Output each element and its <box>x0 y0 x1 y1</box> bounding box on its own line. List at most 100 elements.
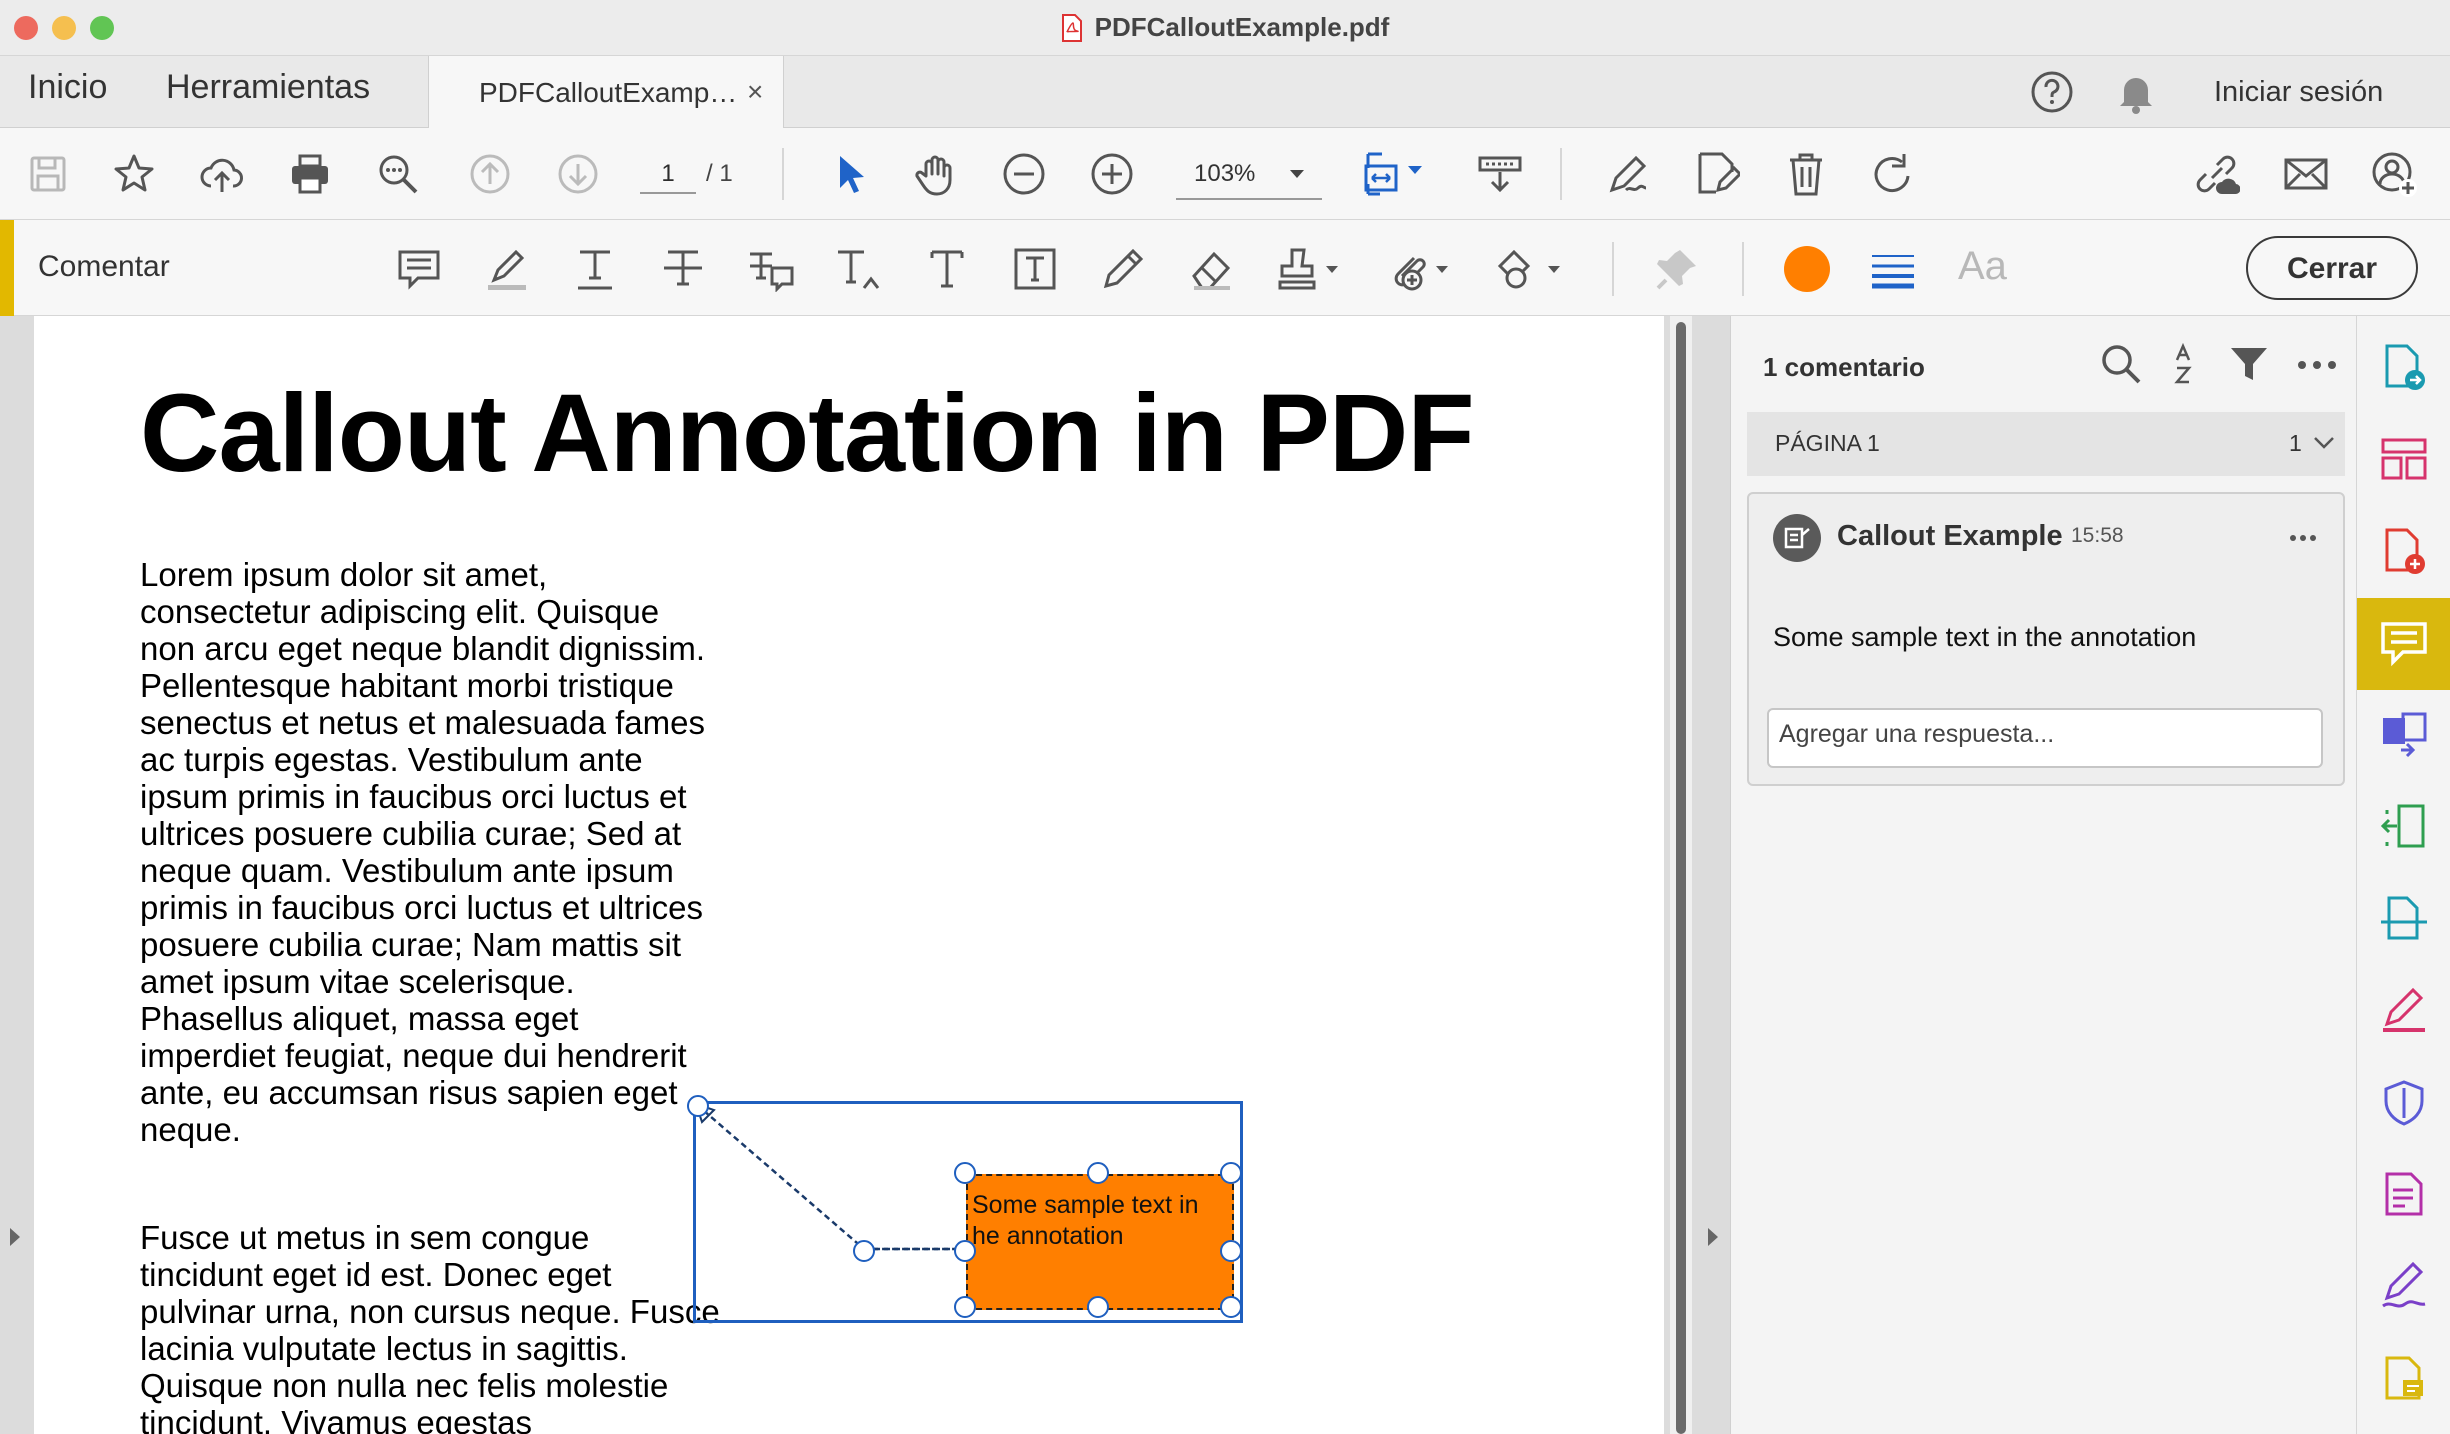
tab-inicio[interactable]: Inicio <box>28 68 107 107</box>
reply-input[interactable]: Agregar una respuesta... <box>1767 708 2323 768</box>
resize-handle[interactable] <box>954 1240 976 1262</box>
pdf-page: Callout Annotation in PDF Lorem ipsum do… <box>34 316 1664 1434</box>
highlight-icon[interactable] <box>484 246 530 292</box>
search-icon[interactable] <box>2099 342 2143 386</box>
find-text-icon[interactable] <box>374 150 422 198</box>
prepare-form-button[interactable] <box>2357 1150 2450 1242</box>
text-box-icon[interactable] <box>1012 246 1058 292</box>
sign-pen-icon[interactable] <box>1604 150 1652 198</box>
zoom-out-icon[interactable] <box>1000 150 1048 198</box>
comment-time: 15:58 <box>2071 524 2124 547</box>
fill-sign-button[interactable] <box>2357 966 2450 1058</box>
resize-handle[interactable] <box>954 1162 976 1184</box>
hand-tool-icon[interactable] <box>912 150 960 198</box>
close-comment-button[interactable]: Cerrar <box>2246 236 2418 300</box>
combine-files-button[interactable] <box>2357 690 2450 782</box>
window-title: PDFCalloutExample.pdf <box>0 12 2450 43</box>
compress-icon <box>2380 804 2425 848</box>
toolbar-divider <box>1612 242 1614 296</box>
email-envelope-icon[interactable] <box>2282 150 2330 198</box>
more-tools-button[interactable] <box>2357 1334 2450 1426</box>
stamp-icon[interactable] <box>1276 246 1342 292</box>
resize-handle[interactable] <box>1220 1162 1242 1184</box>
body-paragraph-1: Lorem ipsum dolor sit amet, consectetur … <box>140 556 706 1148</box>
pin-icon[interactable] <box>1654 246 1700 292</box>
sticky-note-icon[interactable] <box>396 246 442 292</box>
save-icon[interactable] <box>24 150 72 198</box>
protect-button[interactable] <box>2357 1058 2450 1150</box>
comment-card[interactable]: Callout Example 15:58 Some sample text i… <box>1747 492 2345 786</box>
cloud-upload-icon[interactable] <box>198 150 246 198</box>
edit-pdf-icon[interactable] <box>1692 150 1740 198</box>
right-panel-toggle-icon[interactable] <box>1706 1226 1720 1248</box>
export-pdf-button[interactable] <box>2357 322 2450 414</box>
export-pdf-icon <box>2385 344 2425 390</box>
sort-az-icon[interactable] <box>2171 342 2201 386</box>
next-page-icon[interactable] <box>554 150 602 198</box>
fit-page-width-icon[interactable] <box>1362 150 1430 198</box>
strikethrough-icon[interactable] <box>660 246 706 292</box>
close-tab-icon[interactable]: × <box>747 76 763 108</box>
comment-mode-accent <box>0 220 14 316</box>
resize-handle[interactable] <box>1220 1296 1242 1318</box>
tab-herramientas[interactable]: Herramientas <box>166 68 370 107</box>
scan-ocr-button[interactable] <box>2357 874 2450 966</box>
comment-icon <box>2381 622 2427 667</box>
page-group-header[interactable]: PÁGINA 1 1 <box>1747 412 2345 476</box>
resize-handle[interactable] <box>853 1240 875 1262</box>
replace-text-icon[interactable] <box>748 246 794 292</box>
scan-ocr-icon <box>2381 896 2427 940</box>
callout-text-box[interactable]: Some sample text in he annotation <box>966 1174 1234 1310</box>
fill-sign-icon <box>2383 987 2425 1032</box>
tab-document[interactable]: PDFCalloutExamp… × <box>428 56 784 129</box>
more-options-icon[interactable] <box>2297 360 2337 370</box>
resize-handle[interactable] <box>1087 1162 1109 1184</box>
resize-handle[interactable] <box>687 1095 709 1117</box>
eraser-icon[interactable] <box>1188 246 1234 292</box>
scrollbar-thumb[interactable] <box>1676 322 1686 1434</box>
pdf-file-icon <box>1061 13 1082 42</box>
resize-handle[interactable] <box>954 1296 976 1318</box>
zoom-select[interactable]: 103% <box>1176 150 1322 200</box>
resize-handle[interactable] <box>1087 1296 1109 1318</box>
resize-handle[interactable] <box>1220 1240 1242 1262</box>
page-total-label: / 1 <box>706 160 733 187</box>
insert-text-icon[interactable] <box>836 246 882 292</box>
print-icon[interactable] <box>286 150 334 198</box>
comment-more-icon[interactable] <box>2289 534 2317 542</box>
pencil-draw-icon[interactable] <box>1100 246 1146 292</box>
zoom-in-icon[interactable] <box>1088 150 1136 198</box>
filter-icon[interactable] <box>2229 344 2269 384</box>
notifications-bell-icon[interactable] <box>2116 70 2156 114</box>
previous-page-icon[interactable] <box>466 150 514 198</box>
delete-trash-icon[interactable] <box>1782 150 1830 198</box>
combine-files-icon <box>2383 712 2427 758</box>
rotate-icon[interactable] <box>1868 150 1916 198</box>
attach-file-icon[interactable] <box>1386 246 1452 292</box>
add-user-icon[interactable] <box>2370 150 2418 198</box>
signin-button[interactable]: Iniciar sesión <box>2214 76 2383 109</box>
underline-text-icon[interactable] <box>572 246 618 292</box>
left-panel-toggle-icon[interactable] <box>8 1226 22 1248</box>
comment-text: Some sample text in the annotation <box>1773 622 2197 652</box>
text-properties-button[interactable]: Aa <box>1958 244 2007 289</box>
draw-shapes-icon[interactable] <box>1494 246 1566 292</box>
help-icon[interactable] <box>2030 70 2074 114</box>
color-picker-swatch[interactable] <box>1784 246 1830 292</box>
organize-pages-button[interactable] <box>2357 414 2450 506</box>
comment-tool-button[interactable] <box>2357 598 2450 690</box>
add-text-icon[interactable] <box>924 246 970 292</box>
page-number-input[interactable]: 1 <box>640 152 696 194</box>
line-thickness-icon[interactable] <box>1870 246 1916 292</box>
scroll-mode-icon[interactable] <box>1476 150 1524 198</box>
request-signature-button[interactable] <box>2357 1242 2450 1334</box>
tab-document-label: PDFCalloutExamp… <box>479 77 738 108</box>
page-group-count: 1 <box>2289 430 2302 456</box>
avatar <box>1773 514 1821 562</box>
compress-pdf-button[interactable] <box>2357 782 2450 874</box>
create-pdf-button[interactable] <box>2357 506 2450 598</box>
bookmark-star-icon[interactable] <box>110 150 158 198</box>
share-link-icon[interactable] <box>2192 150 2240 198</box>
body-paragraph-2: Fusce ut metus in sem congue tincidunt e… <box>140 1219 720 1434</box>
select-pointer-icon[interactable] <box>826 150 874 198</box>
